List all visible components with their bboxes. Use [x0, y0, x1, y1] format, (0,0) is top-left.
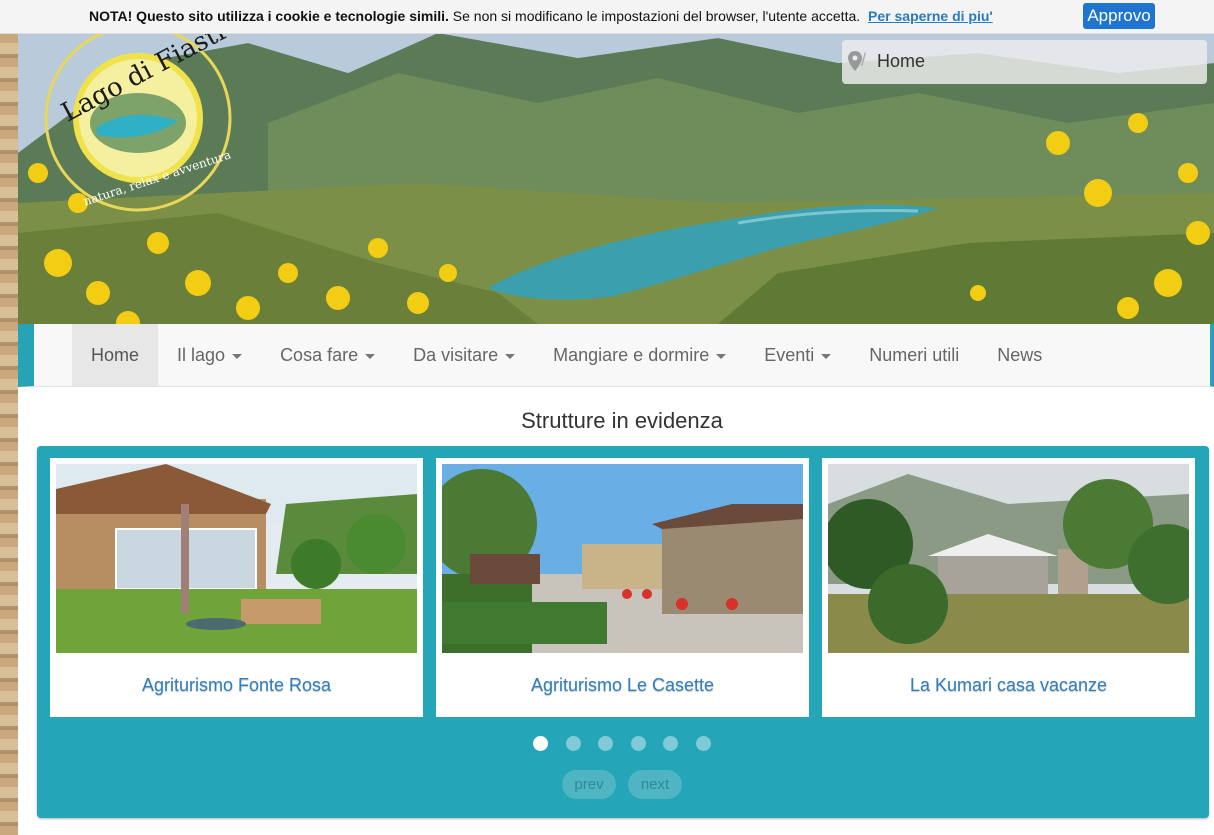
background-texture [0, 0, 18, 835]
card-caption[interactable]: Agriturismo Le Casette [436, 675, 809, 696]
card-caption[interactable]: Agriturismo Fonte Rosa [50, 675, 423, 696]
caret-down-icon [505, 353, 516, 359]
nav-label: Mangiare e dormire [553, 345, 710, 365]
caret-down-icon [232, 353, 243, 359]
card-la-kumari[interactable]: La Kumari casa vacanze [822, 458, 1195, 717]
carousel-prev-button[interactable]: prev [562, 770, 616, 799]
cottage-photo [828, 464, 1189, 653]
nav-label: Il lago [177, 345, 226, 365]
cookie-bar: NOTA! Questo sito utilizza i cookie e te… [0, 0, 1214, 34]
card-image[interactable] [828, 464, 1189, 653]
nav-label: Cosa fare [280, 345, 359, 365]
carousel-dot[interactable] [663, 736, 678, 751]
cookie-message: NOTA! Questo sito utilizza i cookie e te… [89, 8, 993, 24]
breadcrumb-separator: / [861, 50, 867, 70]
logo[interactable]: Lago di Fiastra natura, relax e avventur… [38, 33, 248, 213]
nav-label: Numeri utili [869, 345, 960, 365]
caret-down-icon [716, 353, 727, 359]
card-image[interactable] [56, 464, 417, 653]
farmhouse-photo [442, 464, 803, 653]
cookie-info-link[interactable]: Per saperne di piu' [868, 8, 993, 24]
nav-item-mangiare-e-dormire[interactable]: Mangiare e dormire [534, 324, 745, 386]
carousel-indicators [533, 736, 728, 752]
caret-down-icon [821, 353, 832, 359]
nav-item-numeri-utili[interactable]: Numeri utili [850, 324, 978, 386]
breadcrumb-home[interactable]: Home [877, 51, 925, 72]
map-marker-icon [848, 51, 862, 71]
caret-down-icon [365, 353, 376, 359]
cookie-text: Se non si modificano le impostazioni del… [448, 8, 861, 24]
section-title: Strutture in evidenza [521, 408, 723, 433]
nav-label: Da visitare [413, 345, 499, 365]
card-fonte-rosa[interactable]: Agriturismo Fonte Rosa [50, 458, 423, 717]
breadcrumb: / Home [842, 40, 1207, 84]
farmhouse-photo [56, 464, 417, 653]
nav-item-cosa-fare[interactable]: Cosa fare [261, 324, 394, 386]
cookie-bold-text: NOTA! Questo sito utilizza i cookie e te… [89, 8, 449, 24]
carousel-dot[interactable] [695, 736, 711, 751]
nav-item-news[interactable]: News [978, 324, 1061, 386]
nav-item-home[interactable]: Home [72, 324, 159, 386]
cookie-accept-button[interactable]: Approvo [1083, 3, 1155, 29]
logo-tagline: natura, relax e avventura [81, 147, 233, 209]
carousel-dot[interactable] [565, 736, 581, 751]
nav-label: News [997, 345, 1043, 365]
carousel-next-button[interactable]: next [628, 770, 682, 799]
card-le-casette[interactable]: Agriturismo Le Casette [436, 458, 809, 717]
carousel-dot[interactable] [533, 736, 548, 751]
carousel-dot[interactable] [630, 736, 646, 751]
card-image[interactable] [442, 464, 803, 653]
nav-label: Home [91, 345, 140, 365]
logo-title: Lago di Fiastra [56, 33, 248, 129]
nav-item-da-visitare[interactable]: Da visitare [394, 324, 534, 386]
nav-item-il-lago[interactable]: Il lago [158, 324, 261, 386]
main-nav: Home Il lago Cosa fare Da visitare Mangi… [18, 324, 1214, 387]
card-caption[interactable]: La Kumari casa vacanze [822, 675, 1195, 696]
nav-label: Eventi [764, 345, 815, 365]
carousel-dot[interactable] [598, 736, 613, 751]
nav-item-eventi[interactable]: Eventi [745, 324, 850, 386]
featured-carousel: Agriturismo Fonte Rosa Agriturismo Le Ca… [37, 446, 1209, 818]
